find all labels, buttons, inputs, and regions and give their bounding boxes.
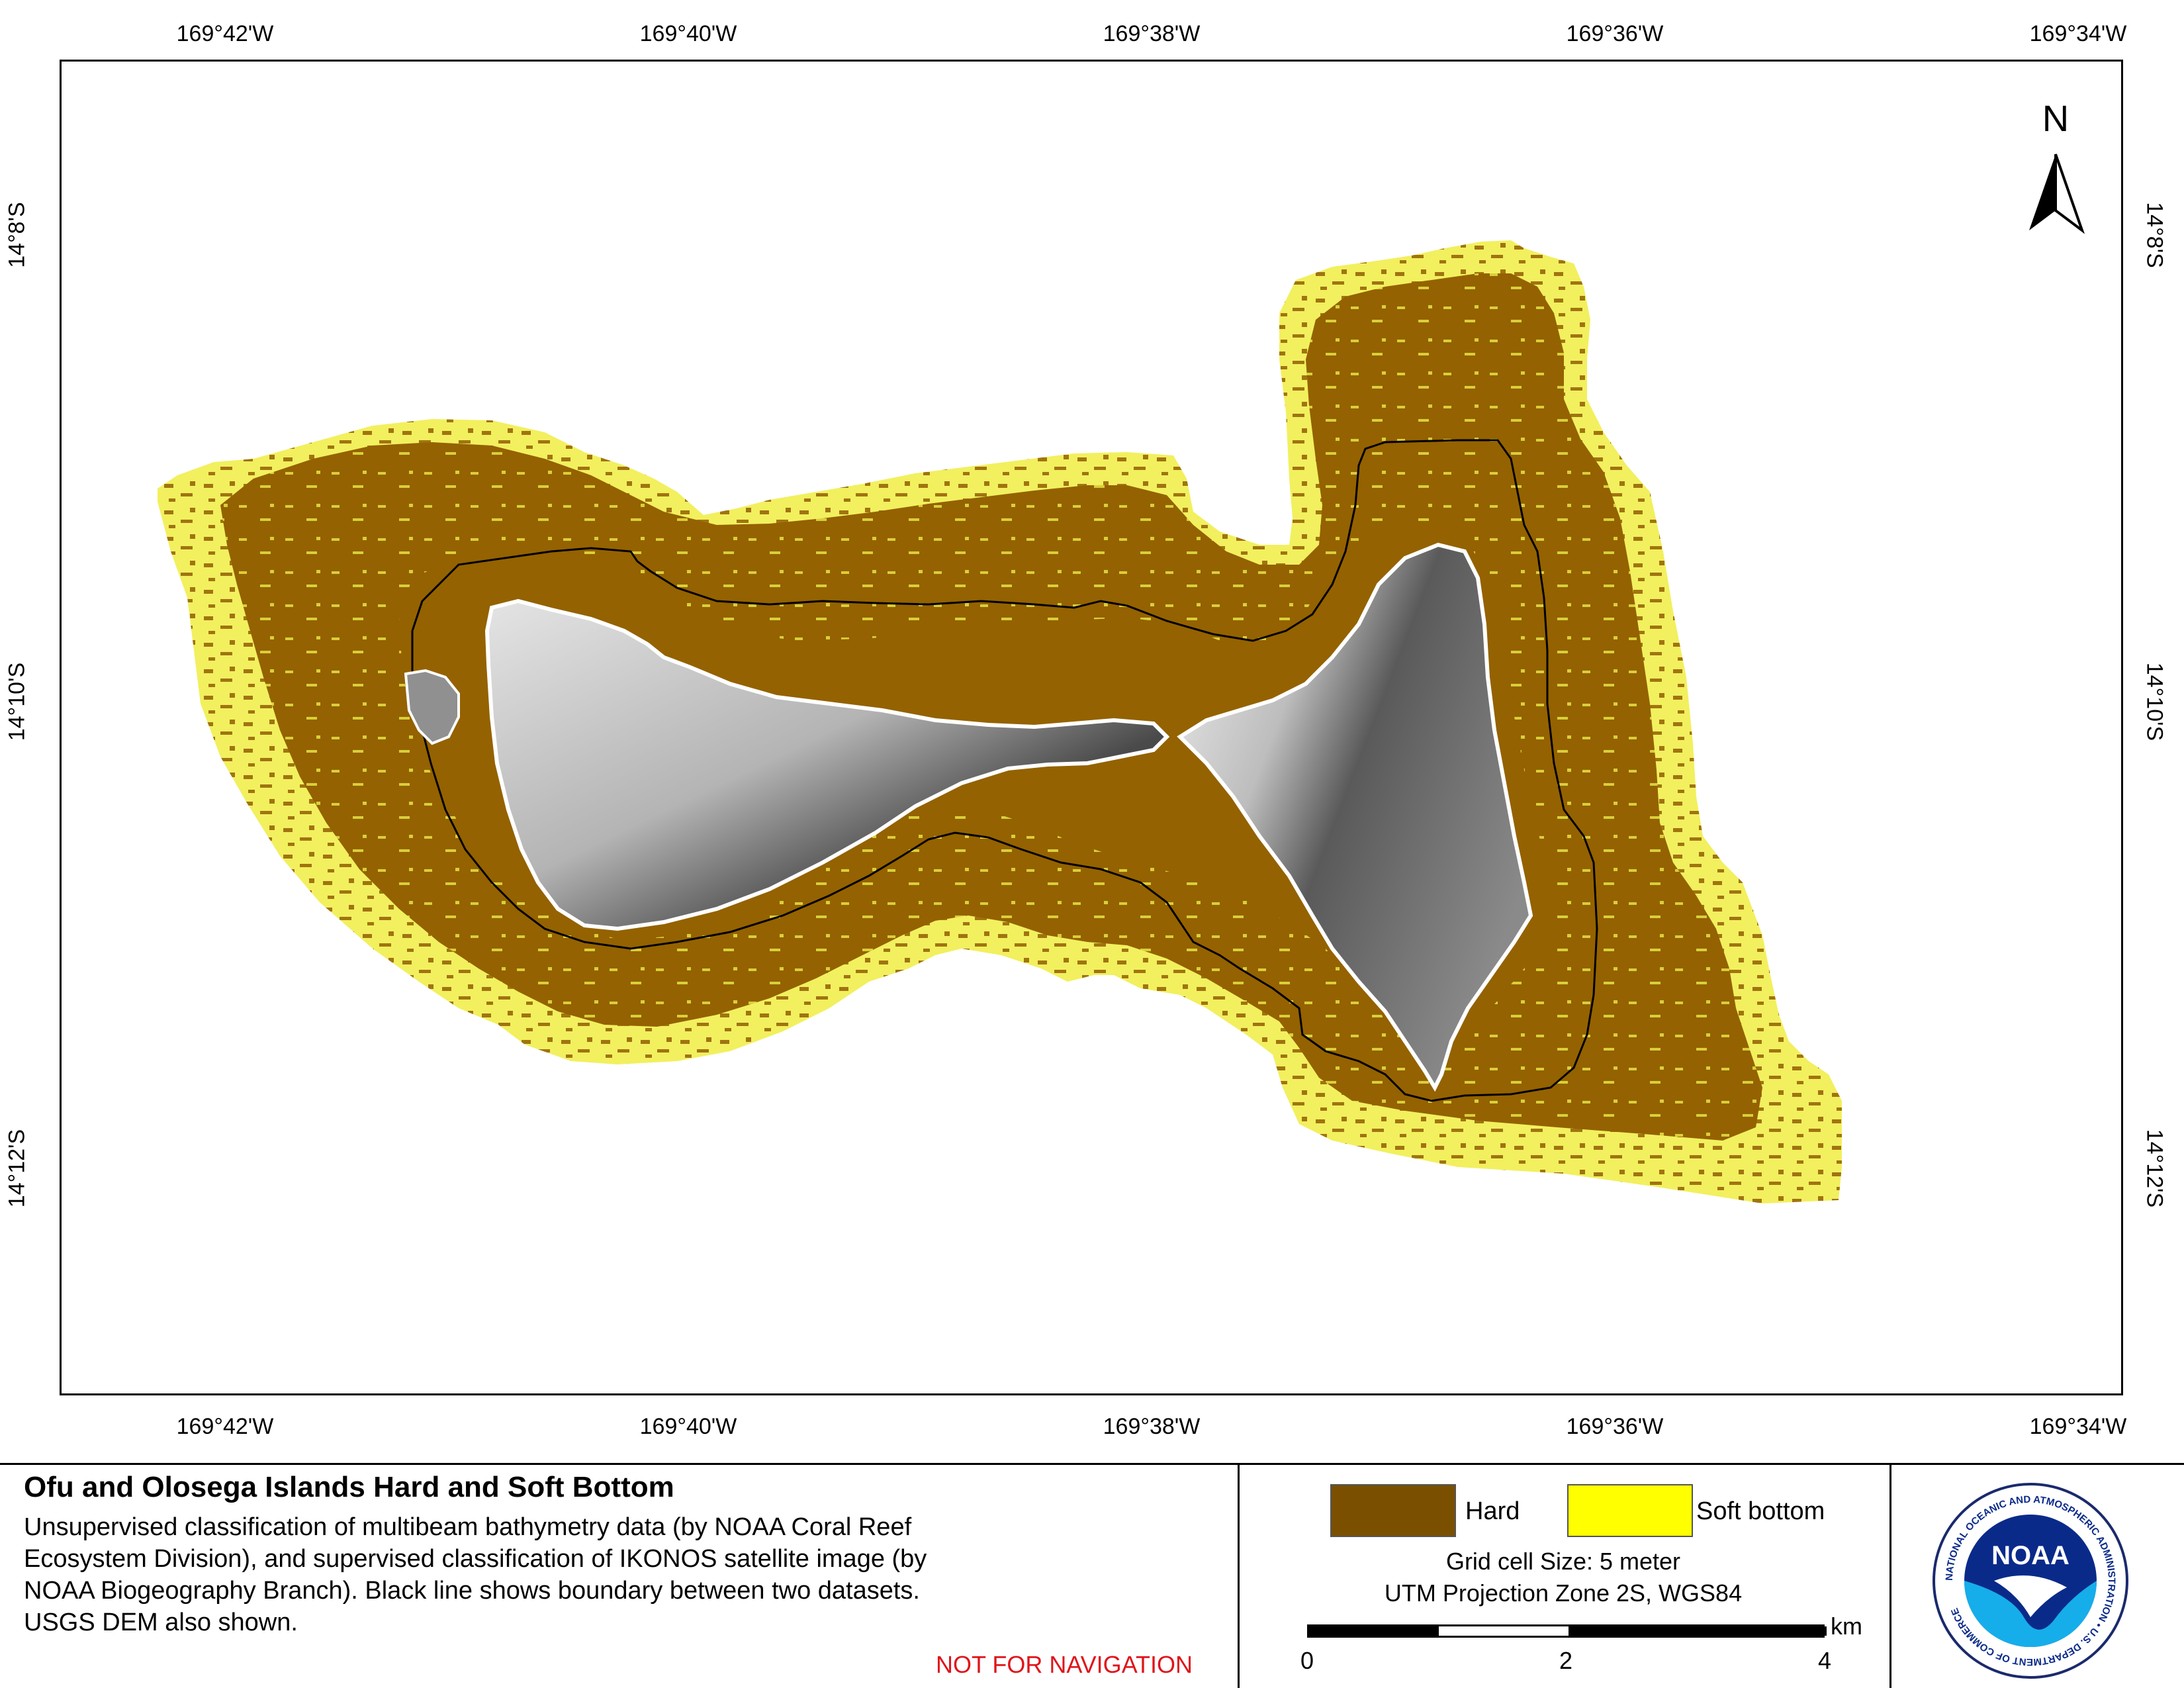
map-title: Ofu and Olosega Islands Hard and Soft Bo…	[24, 1471, 674, 1503]
bottom-lon-label-2: 169°40'W	[639, 1414, 737, 1439]
bottom-lon-label-1: 169°42'W	[176, 1414, 274, 1439]
map-frame[interactable]: N	[60, 60, 2123, 1395]
grid-cell-size: Grid cell Size: 5 meter	[1445, 1548, 1681, 1575]
bottom-lon-label-5: 169°34'W	[2029, 1414, 2127, 1439]
description-line-3: NOAA Biogeography Branch). Black line sh…	[24, 1577, 920, 1605]
right-lat-label-2: 14°10'S	[2142, 662, 2167, 741]
description-line-4: USGS DEM also shown.	[24, 1609, 298, 1636]
noaa-logo: NOAA NATIONAL OCEANIC AND ATMOSPHERIC AD…	[1933, 1483, 2128, 1679]
right-lat-label-3: 14°12'S	[2142, 1129, 2167, 1208]
scale-bar-segment-1	[1309, 1626, 1439, 1636]
top-lon-label-5: 169°34'W	[2029, 21, 2127, 46]
hard-label: Hard	[1465, 1497, 1520, 1525]
left-lat-label-1: 14°8'S	[4, 202, 30, 268]
top-lon-label-3: 169°38'W	[1103, 21, 1201, 46]
scale-bar-segment-3	[1569, 1626, 1827, 1636]
scale-unit: km	[1831, 1613, 1862, 1640]
top-lon-label-2: 169°40'W	[639, 21, 737, 46]
soft-bottom-label: Soft bottom	[1696, 1497, 1825, 1525]
projection-info: UTM Projection Zone 2S, WGS84	[1384, 1579, 1743, 1607]
scale-label-2: 2	[1559, 1647, 1573, 1674]
top-lon-label-1: 169°42'W	[176, 21, 274, 46]
north-arrow	[2029, 154, 2085, 234]
left-lat-label-3: 14°12'S	[4, 1129, 30, 1208]
scale-bar	[1307, 1624, 1827, 1638]
map-canvas[interactable]: N	[62, 62, 2121, 1393]
top-lon-label-4: 169°36'W	[1566, 21, 1664, 46]
noaa-logo-text: NOAA	[1991, 1541, 2070, 1570]
not-for-navigation-warning: NOT FOR NAVIGATION	[936, 1651, 1193, 1678]
bottom-lon-label-3: 169°38'W	[1103, 1414, 1201, 1439]
hard-swatch	[1330, 1484, 1456, 1537]
scale-label-4: 4	[1817, 1647, 1832, 1674]
bottom-lon-label-4: 169°36'W	[1566, 1414, 1664, 1439]
scale-label-0: 0	[1300, 1647, 1314, 1674]
north-arrow-label: N	[2042, 97, 2069, 139]
legend-divider-2	[1889, 1463, 1891, 1688]
soft-bottom-swatch	[1567, 1484, 1693, 1537]
description-line-1: Unsupervised classification of multibeam…	[24, 1513, 912, 1541]
right-lat-label-1: 14°8'S	[2142, 202, 2167, 268]
left-lat-label-2: 14°10'S	[4, 662, 30, 741]
legend-divider-1	[1238, 1463, 1240, 1688]
description-line-2: Ecosystem Division), and supervised clas…	[24, 1545, 927, 1573]
